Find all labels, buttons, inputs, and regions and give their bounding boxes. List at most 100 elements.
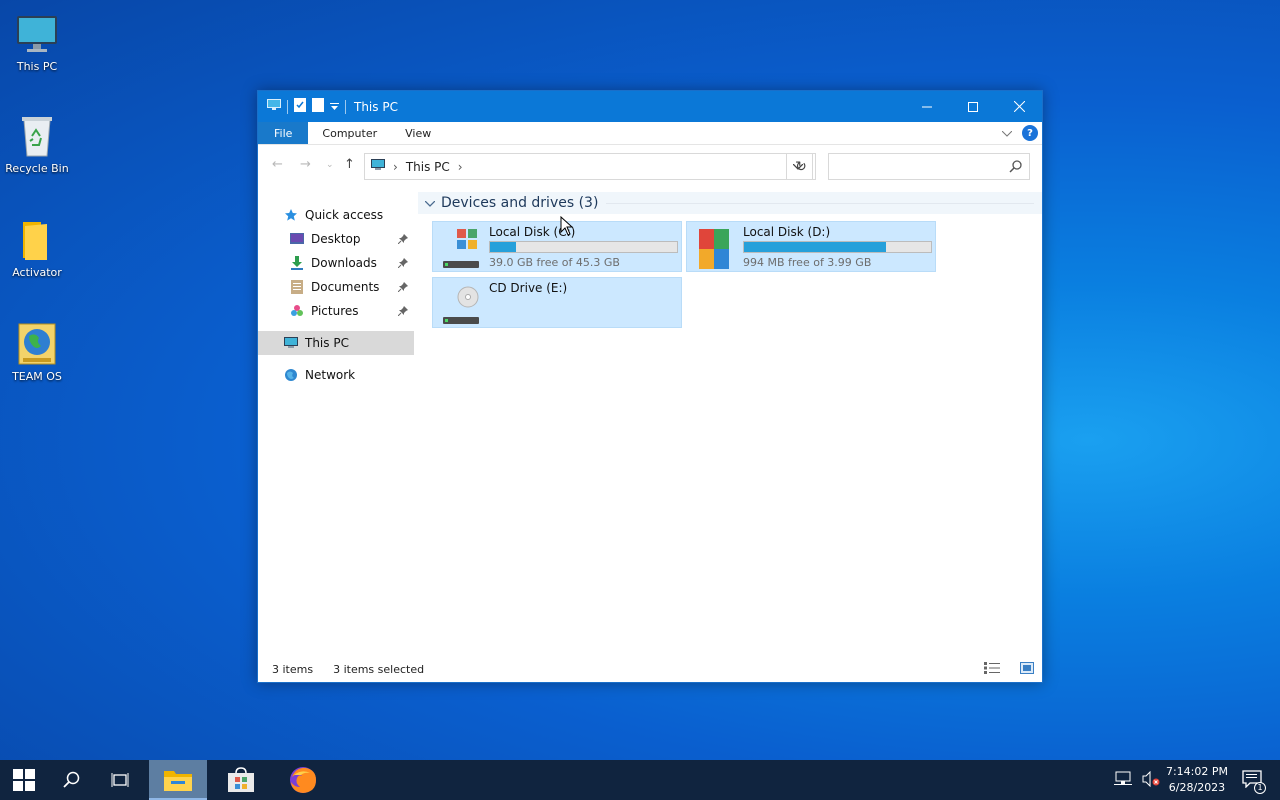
properties-icon[interactable] [294,98,306,115]
details-view-icon[interactable] [984,662,1000,677]
group-header-devices[interactable]: Devices and drives (3) [418,192,1042,214]
drive-tile-d[interactable]: Local Disk (D:) 994 MB free of 3.99 GB [686,221,936,272]
drive-tile-c[interactable]: Local Disk (C:) 39.0 GB free of 45.3 GB [432,221,682,272]
help-button[interactable]: ? [1022,125,1038,141]
new-folder-icon[interactable] [312,98,324,115]
network-icon[interactable] [1113,771,1132,790]
breadcrumb-separator-icon[interactable]: › [458,160,463,174]
task-view-icon [111,773,129,787]
start-button[interactable] [0,760,48,800]
clock-date: 6/28/2023 [1168,781,1226,794]
pin-icon[interactable] [397,257,408,271]
ribbon-tabs: File Computer View ? [258,122,1042,145]
drive-usage-bar [489,241,678,253]
breadcrumb-separator-icon[interactable]: › [393,160,398,174]
task-view-button[interactable] [96,760,144,800]
system-tray: 7:14:02 PM 6/28/2023 1 [1113,760,1280,800]
content-pane: Devices and drives (3) Local Disk (C:) 3… [418,187,1042,656]
cd-drive-icon [443,283,479,325]
group-divider [606,202,1034,204]
minimize-icon [922,106,932,107]
pin-icon[interactable] [397,233,408,247]
toolbar-separator [287,99,288,114]
status-selected-count: 3 items selected [333,662,425,676]
minimize-button[interactable] [904,91,950,122]
status-bar: 3 items 3 items selected [258,656,1042,682]
maximize-button[interactable] [950,91,996,122]
navigation-pane: Quick access Desktop Downloads Documents… [258,187,414,682]
navigation-bar: ← → ⌄ ↑ › This PC › ↻ [258,145,1042,187]
mouse-cursor-icon [560,215,574,239]
drive-tile-e[interactable]: CD Drive (E:) [432,277,682,328]
colorful-drive-icon [697,227,733,269]
firefox-icon [290,767,316,793]
sidebar-item-documents[interactable]: Documents [258,275,414,299]
tab-file[interactable]: File [258,122,309,144]
chevron-down-icon[interactable] [424,196,436,210]
close-button[interactable] [996,91,1042,122]
download-arrow-icon [290,256,304,270]
expand-ribbon-icon[interactable] [1001,127,1013,140]
volume-muted-icon[interactable] [1142,770,1160,790]
window-monitor-icon [267,99,281,114]
search-icon [63,771,80,788]
address-bar[interactable]: › This PC › [364,153,813,180]
clock[interactable]: 7:14:02 PM 6/28/2023 [1166,764,1228,796]
documents-icon [290,280,304,294]
pin-icon[interactable] [397,281,408,295]
up-arrow-icon[interactable]: ↑ [344,157,355,172]
search-button[interactable] [48,760,96,800]
back-arrow-icon[interactable]: ← [272,157,283,172]
status-item-count: 3 items [272,662,314,676]
windows-logo-icon [13,769,35,791]
drive-usage-fill [490,242,517,252]
title-bar[interactable]: This PC [258,91,1042,122]
close-icon [1013,101,1025,112]
file-explorer-icon [164,771,192,791]
tab-computer[interactable]: Computer [308,122,391,144]
sidebar-item-pictures[interactable]: Pictures [258,299,414,323]
sidebar-item-this-pc[interactable]: This PC [258,331,414,355]
taskbar-microsoft-store[interactable] [212,760,270,800]
store-bag-icon [228,767,254,792]
refresh-icon: ↻ [795,158,807,175]
customize-toolbar-icon[interactable] [330,100,339,114]
refresh-button[interactable]: ↻ [786,153,816,180]
sidebar-item-downloads[interactable]: Downloads [258,251,414,275]
desktop-icon-this-pc[interactable]: This PC [4,12,70,73]
maximize-icon [968,101,978,112]
monitor-icon [284,336,298,350]
network-globe-icon [284,368,298,382]
sidebar-item-network[interactable]: Network [258,363,414,387]
drive-usage-fill [744,242,887,252]
tab-view[interactable]: View [391,122,445,144]
windows-drive-icon [443,227,479,269]
breadcrumb-this-pc[interactable]: This PC [406,160,450,174]
large-icons-view-icon[interactable] [1020,662,1034,677]
taskbar-file-explorer[interactable] [149,760,207,800]
forward-arrow-icon[interactable]: → [300,157,311,172]
quick-access-toolbar [258,91,346,122]
desktop-icon-team-os[interactable]: TEAM OS [4,322,70,383]
monitor-icon [15,12,59,56]
desktop-icon-recycle-bin[interactable]: Recycle Bin [4,114,70,175]
action-center-button[interactable]: 1 [1242,769,1266,794]
recent-locations-icon[interactable]: ⌄ [326,160,334,170]
sidebar-item-desktop[interactable]: Desktop [258,227,414,251]
search-input[interactable] [828,153,1030,180]
search-icon [1009,159,1023,176]
address-monitor-icon [371,159,385,174]
pin-icon[interactable] [397,305,408,319]
toolbar-separator [345,99,346,114]
clock-time: 7:14:02 PM [1165,765,1228,778]
recycle-bin-icon [15,114,59,158]
taskbar-firefox[interactable] [270,760,336,800]
desktop-icon-activator[interactable]: Activator [4,218,70,279]
desktop-folder-icon [290,232,304,246]
folder-icon [15,218,59,262]
drive-usage-bar [743,241,932,253]
globe-icon [15,322,59,366]
window-title: This PC [354,99,398,114]
taskbar: 7:14:02 PM 6/28/2023 1 [0,760,1280,800]
sidebar-item-quick-access[interactable]: Quick access [258,203,414,227]
